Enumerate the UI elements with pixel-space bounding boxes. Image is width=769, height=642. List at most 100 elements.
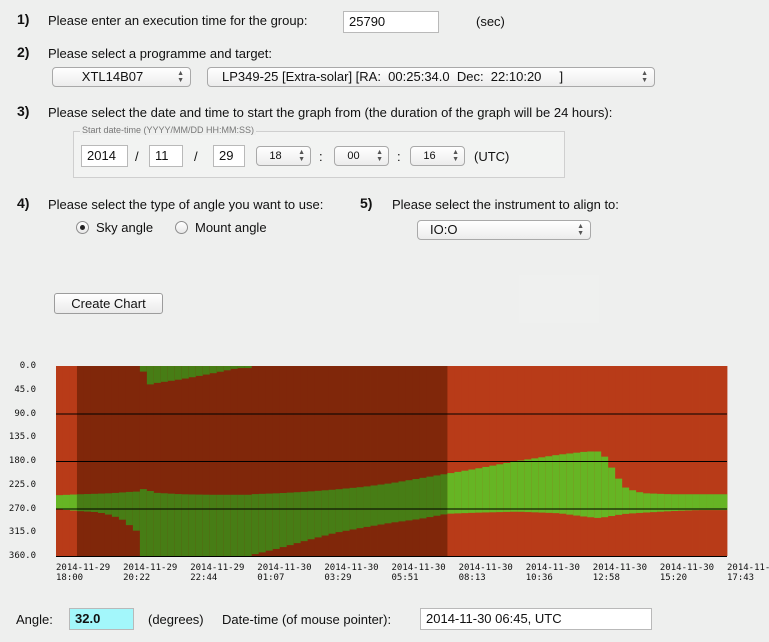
allowed-angle-cell <box>559 454 567 514</box>
allowed-angle-cell <box>370 485 378 526</box>
allowed-angle-cell <box>720 494 728 511</box>
allowed-angle-cell <box>685 494 693 511</box>
allowed-angle-cell <box>265 493 274 551</box>
allowed-angle-cell <box>419 477 427 519</box>
allowed-angle-cell <box>293 492 302 544</box>
allowed-angle-cell <box>223 366 232 371</box>
allowed-angle-cell <box>412 479 420 520</box>
allowed-angle-cell <box>405 480 413 521</box>
allowed-angle-cell <box>132 491 141 531</box>
allowed-angle-cell <box>321 490 329 536</box>
allowed-angle-cell <box>160 366 169 382</box>
allowed-angle-cell <box>384 483 392 524</box>
allowed-angle-cell <box>216 366 225 372</box>
allowed-angle-cell <box>195 494 204 556</box>
allowed-angle-cell <box>56 495 64 510</box>
allowed-angle-cell <box>629 490 637 514</box>
allowed-angle-cell <box>482 466 490 513</box>
allowed-angle-cell <box>328 489 336 534</box>
allowed-angle-cell <box>622 487 630 514</box>
allowed-angle-cell <box>202 494 211 556</box>
rotator-angle-chart[interactable] <box>0 0 769 642</box>
datetime-label: Date-time (of mouse pointer): <box>222 612 392 627</box>
allowed-angle-cell <box>307 491 316 540</box>
allowed-angle-cell <box>202 366 211 375</box>
allowed-angle-cell <box>363 486 371 527</box>
allowed-angle-cell <box>69 494 78 511</box>
allowed-angle-cell <box>237 366 246 369</box>
allowed-angle-cell <box>251 494 260 555</box>
allowed-angle-cell <box>342 488 350 531</box>
allowed-angle-cell <box>62 494 71 510</box>
allowed-angle-cell <box>566 453 574 515</box>
allowed-angle-cell <box>391 482 399 523</box>
allowed-angle-cell <box>398 481 406 522</box>
allowed-angle-cell <box>440 474 448 515</box>
allowed-angle-cell <box>713 494 721 511</box>
allowed-angle-cell <box>636 492 644 513</box>
allowed-angle-cell <box>671 494 679 512</box>
allowed-angle-cell <box>699 494 707 511</box>
allowed-angle-cell <box>279 492 288 548</box>
allowed-angle-cell <box>230 366 239 369</box>
allowed-angle-cell <box>692 494 700 511</box>
allowed-angle-cell <box>139 366 148 372</box>
allowed-angle-cell <box>356 487 364 529</box>
allowed-angle-cell <box>139 489 148 556</box>
allowed-angle-cell <box>678 494 686 511</box>
allowed-angle-cell <box>167 493 176 556</box>
allowed-angle-cell <box>447 473 455 514</box>
allowed-angle-cell <box>97 493 106 513</box>
allowed-angle-cell <box>167 366 176 381</box>
allowed-angle-cell <box>503 462 511 512</box>
allowed-angle-cell <box>286 492 295 546</box>
allowed-angle-cell <box>433 475 441 516</box>
allowed-angle-cell <box>104 493 113 515</box>
allowed-angle-cell <box>230 494 239 556</box>
allowed-angle-cell <box>601 456 609 518</box>
allowed-angle-cell <box>181 494 190 556</box>
allowed-angle-cell <box>174 366 183 380</box>
allowed-angle-cell <box>153 366 162 383</box>
allowed-angle-cell <box>314 490 323 538</box>
allowed-angle-cell <box>706 494 714 511</box>
allowed-angle-cell <box>223 494 232 556</box>
allowed-angle-cell <box>209 494 218 556</box>
allowed-angle-cell <box>517 460 525 512</box>
angle-value: 32.0 <box>69 608 134 630</box>
allowed-angle-cell <box>216 494 225 556</box>
allowed-angle-cell <box>244 494 253 556</box>
allowed-angle-cell <box>552 455 560 514</box>
allowed-angle-cell <box>188 494 197 556</box>
allowed-angle-cell <box>244 366 253 369</box>
allowed-angle-cell <box>300 491 309 542</box>
allowed-angle-cell <box>111 492 120 517</box>
allowed-angle-cell <box>573 452 581 516</box>
allowed-angle-cell <box>335 489 343 533</box>
allowed-angle-cell <box>643 493 651 513</box>
allowed-angle-cell <box>475 468 483 513</box>
allowed-angle-cell <box>188 366 197 378</box>
allowed-angle-cell <box>524 459 532 513</box>
allowed-angle-cell <box>181 366 190 379</box>
allowed-angle-cell <box>510 461 518 512</box>
allowed-angle-cell <box>195 366 204 376</box>
allowed-angle-cell <box>426 476 434 518</box>
angle-unit: (degrees) <box>148 612 204 627</box>
allowed-angle-cell <box>272 493 281 549</box>
mouse-datetime-value: 2014-11-30 06:45, UTC <box>420 608 652 630</box>
allowed-angle-cell <box>174 494 183 556</box>
allowed-angle-cell <box>489 465 497 513</box>
allowed-angle-cell <box>454 471 462 514</box>
allowed-angle-cell <box>531 458 539 513</box>
allowed-angle-cell <box>146 491 155 556</box>
allowed-angle-cell <box>118 492 127 520</box>
allowed-angle-cell <box>153 492 162 556</box>
angle-label: Angle: <box>16 612 53 627</box>
allowed-angle-cell <box>237 494 246 556</box>
allowed-angle-cell <box>468 469 476 513</box>
allowed-angle-cell <box>377 484 385 525</box>
allowed-angle-cell <box>496 464 504 513</box>
allowed-angle-cell <box>258 493 267 553</box>
allowed-angle-cell <box>146 366 155 385</box>
